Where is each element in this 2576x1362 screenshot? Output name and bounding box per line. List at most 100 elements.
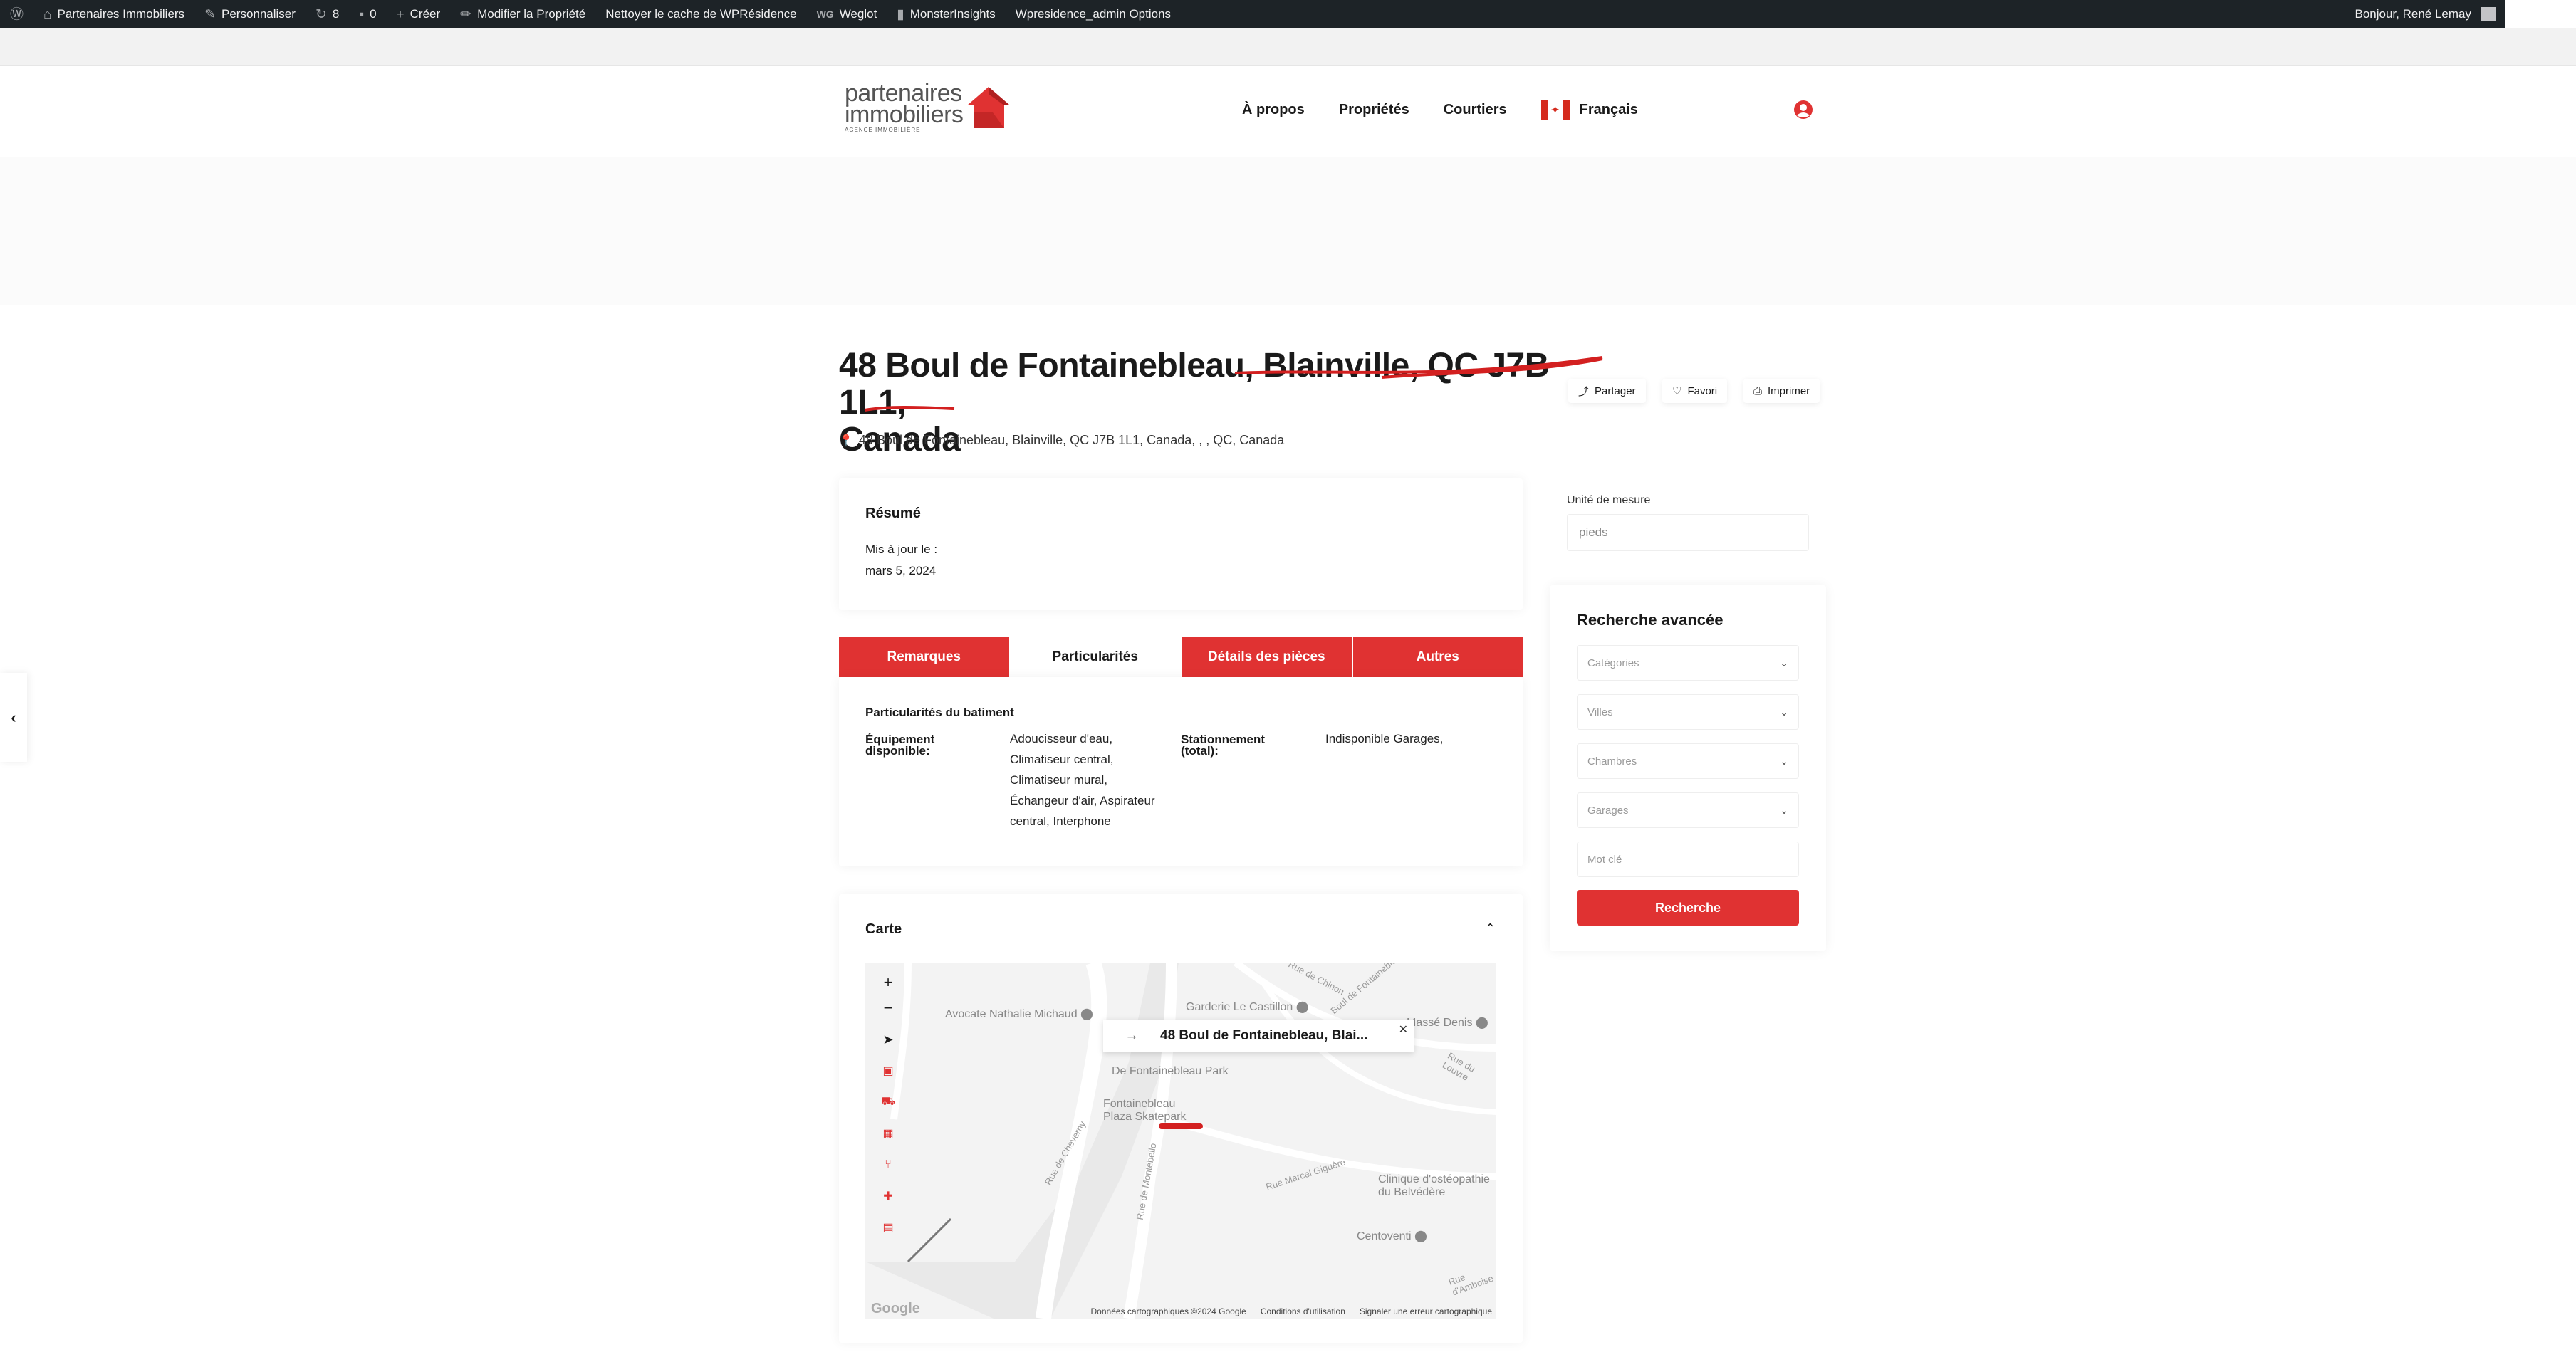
hero-banner bbox=[0, 157, 2576, 305]
main-nav: À propos Propriétés Courtiers ✦ Français bbox=[1242, 100, 1638, 120]
map-data-credit: Données cartographiques ©2024 Google bbox=[1090, 1306, 1246, 1316]
restaurant-icon[interactable]: ⑂ bbox=[880, 1156, 897, 1173]
map-place: Garderie Le Castillon ⬤ bbox=[1186, 1001, 1309, 1013]
create-new-link[interactable]: + Créer bbox=[387, 0, 451, 28]
chevron-up-icon[interactable]: ⌃ bbox=[1485, 921, 1496, 936]
edit-property-link[interactable]: ✏ Modifier la Propriété bbox=[450, 0, 595, 28]
weglot-icon: WG bbox=[816, 9, 834, 20]
tab-features[interactable]: Particularités bbox=[1010, 637, 1182, 677]
hospital-icon[interactable]: ✚ bbox=[880, 1188, 897, 1205]
updated-label: Mis à jour le : bbox=[865, 543, 938, 556]
pencil-icon: ✏ bbox=[460, 6, 472, 22]
chevron-down-icon: ⌄ bbox=[1780, 804, 1788, 816]
print-button[interactable]: ⎙ Imprimer bbox=[1743, 379, 1820, 403]
map-pin-icon: 📍 bbox=[839, 434, 853, 447]
category-select[interactable]: Catégories ⌄ bbox=[1577, 645, 1799, 681]
directions-icon[interactable]: → bbox=[1103, 1028, 1160, 1044]
address-text: 48 Boul de Fontainebleau, Blainville, QC… bbox=[858, 433, 1285, 447]
language-label: Français bbox=[1579, 101, 1638, 117]
map-place: Clinique d'ostéopathie du Belvédère bbox=[1378, 1173, 1490, 1198]
tab-others[interactable]: Autres bbox=[1352, 637, 1523, 677]
printer-icon: ⎙ bbox=[1753, 384, 1763, 397]
comments-icon: ▪ bbox=[359, 6, 365, 22]
monsterinsights-link[interactable]: ▮ MonsterInsights bbox=[887, 0, 1005, 28]
wordpress-logo-button[interactable]: Ⓦ bbox=[0, 0, 33, 28]
chevron-down-icon: ⌄ bbox=[1780, 755, 1788, 767]
heart-icon: ♡ bbox=[1672, 385, 1682, 397]
keyword-input[interactable]: Mot clé bbox=[1577, 842, 1799, 877]
chevron-down-icon: ⌄ bbox=[1780, 656, 1788, 669]
map-heading: Carte bbox=[865, 921, 902, 937]
nav-item-brokers[interactable]: Courtiers bbox=[1444, 102, 1507, 118]
share-icon: ⤴ bbox=[1578, 385, 1590, 398]
language-switcher[interactable]: ✦ Français bbox=[1540, 100, 1638, 120]
features-panel: Particularités du batiment Équipement di… bbox=[839, 677, 1523, 866]
share-button[interactable]: ⤴ Partager bbox=[1568, 379, 1646, 403]
features-heading: Particularités du batiment bbox=[865, 706, 1014, 719]
weglot-link[interactable]: WG Weglot bbox=[807, 0, 887, 28]
clear-cache-link[interactable]: Nettoyer le cache de WPRésidence bbox=[595, 0, 806, 28]
brush-icon: ✎ bbox=[204, 6, 216, 22]
wordpress-icon: Ⓦ bbox=[10, 6, 24, 22]
top-strip bbox=[0, 28, 2576, 66]
house-logo-icon bbox=[967, 87, 1010, 128]
measure-unit-label: Unité de mesure bbox=[1567, 494, 1651, 506]
city-select[interactable]: Villes ⌄ bbox=[1577, 694, 1799, 730]
map-place: De Fontainebleau Park bbox=[1112, 1065, 1229, 1077]
school-icon[interactable]: ▦ bbox=[880, 1125, 897, 1142]
popup-title: 48 Boul de Fontainebleau, Blai... bbox=[1160, 1028, 1368, 1043]
parking-label: Stationnement (total): bbox=[1181, 733, 1266, 758]
chart-icon: ▮ bbox=[897, 6, 904, 22]
map-place: Fontainebleau Plaza Skatepark bbox=[1103, 1098, 1187, 1123]
tab-remarks[interactable]: Remarques bbox=[839, 637, 1011, 677]
summary-heading: Résumé bbox=[865, 505, 921, 521]
zoom-in-button[interactable]: + bbox=[880, 973, 897, 991]
updates-icon: ↻ bbox=[315, 6, 327, 22]
measure-unit-select[interactable]: pieds bbox=[1567, 514, 1809, 551]
search-button[interactable]: Recherche bbox=[1577, 890, 1799, 926]
map-place: Massé Denis ⬤ bbox=[1407, 1017, 1488, 1029]
garages-select[interactable]: Garages ⌄ bbox=[1577, 792, 1799, 828]
site-name-link[interactable]: ⌂ Partenaires Immobiliers bbox=[33, 0, 194, 28]
zoom-out-button[interactable]: − bbox=[880, 999, 897, 1017]
advanced-search-card: Recherche avancée Catégories ⌄ Villes ⌄ Ch… bbox=[1550, 585, 1826, 951]
side-panel-toggle[interactable]: ‹ bbox=[0, 673, 27, 762]
property-tabs: Remarques Particularités Détails des piè… bbox=[839, 637, 1523, 677]
theme-options-link[interactable]: Wpresidence_admin Options bbox=[1006, 0, 1181, 28]
locate-icon[interactable]: ➤ bbox=[880, 1031, 897, 1048]
summary-card: Résumé Mis à jour le : mars 5, 2024 bbox=[839, 478, 1523, 610]
equipment-label: Équipement disponible: bbox=[865, 733, 935, 758]
site-logo[interactable]: partenaires immobiliers AGENCE IMMOBILIÈ… bbox=[845, 81, 1016, 141]
report-error-link[interactable]: Signaler une erreur cartographique bbox=[1360, 1306, 1492, 1316]
bedrooms-select[interactable]: Chambres ⌄ bbox=[1577, 743, 1799, 779]
account-menu[interactable]: Bonjour, René Lemay bbox=[2345, 0, 2506, 28]
transit-icon[interactable]: ▣ bbox=[880, 1062, 897, 1079]
site-header: partenaires immobiliers AGENCE IMMOBILIÈ… bbox=[0, 66, 2576, 157]
customize-link[interactable]: ✎ Personnaliser bbox=[194, 0, 306, 28]
updates-link[interactable]: ↻ 8 bbox=[306, 0, 349, 28]
map-place: Avocate Nathalie Michaud ⬤ bbox=[945, 1008, 1093, 1020]
search-heading: Recherche avancée bbox=[1577, 611, 1724, 629]
map-card: Carte ⌃ + − ➤ ▣ ⛟ ▦ ⑂ ✚ ▤ Avocate Nathal… bbox=[839, 894, 1523, 1343]
nav-item-properties[interactable]: Propriétés bbox=[1339, 102, 1409, 118]
shopping-cart-icon[interactable]: ⛟ bbox=[880, 1094, 897, 1111]
admin-bar-gap bbox=[2505, 0, 2576, 28]
chevron-down-icon: ⌄ bbox=[1780, 706, 1788, 718]
updated-value: mars 5, 2024 bbox=[865, 564, 937, 577]
property-address: 📍 48 Boul de Fontainebleau, Blainville, … bbox=[839, 433, 1284, 448]
map-attribution: Données cartographiques ©2024 Google Con… bbox=[865, 1304, 1496, 1319]
map-view[interactable]: + − ➤ ▣ ⛟ ▦ ⑂ ✚ ▤ Avocate Nathalie Micha… bbox=[865, 963, 1496, 1319]
terms-link[interactable]: Conditions d'utilisation bbox=[1261, 1306, 1345, 1316]
user-account-icon[interactable] bbox=[1793, 100, 1813, 120]
map-info-popup[interactable]: → 48 Boul de Fontainebleau, Blai... ✕ bbox=[1103, 1020, 1414, 1052]
map-place: Centoventi ⬤ bbox=[1357, 1230, 1427, 1242]
parking-value: Indisponible Garages, bbox=[1325, 732, 1444, 745]
tab-room-details[interactable]: Détails des pièces bbox=[1182, 637, 1353, 677]
close-icon[interactable]: ✕ bbox=[1399, 1022, 1408, 1037]
equipment-value: Adoucisseur d'eau, Climatiseur central, … bbox=[1010, 732, 1155, 828]
briefcase-icon[interactable]: ▤ bbox=[880, 1219, 897, 1236]
comments-link[interactable]: ▪ 0 bbox=[349, 0, 386, 28]
avatar bbox=[2481, 7, 2496, 21]
favorite-button[interactable]: ♡ Favori bbox=[1662, 379, 1728, 403]
nav-item-about[interactable]: À propos bbox=[1242, 102, 1305, 118]
